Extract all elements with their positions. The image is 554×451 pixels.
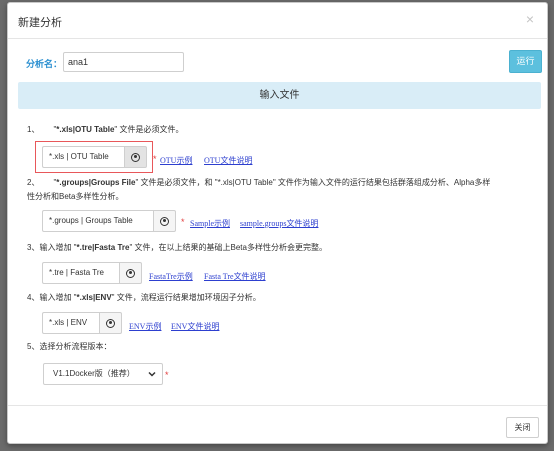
fastatre-example-link[interactable]: FastaTre示例 xyxy=(149,271,193,282)
step-4-file-type: *.xls|ENV xyxy=(76,293,112,302)
groups-file-picker[interactable]: *.groups | Groups Table xyxy=(42,210,176,232)
analysis-name-label: 分析名： xyxy=(26,59,63,69)
chevron-down-icon xyxy=(148,371,156,377)
pipeline-version-select[interactable]: V1.1Docker版（推荐） xyxy=(43,363,163,385)
step-1-file-type: *.xls|OTU Table xyxy=(56,125,115,134)
step-number: 3、 xyxy=(27,243,40,252)
step-5-description: 5、选择分析流程版本： xyxy=(27,340,532,354)
step-number: 2、 xyxy=(27,178,40,187)
run-button[interactable]: 运行 xyxy=(509,50,542,73)
otu-table-file-field[interactable]: *.xls | OTU Table xyxy=(42,146,124,168)
analysis-name-row: 分析名： xyxy=(26,52,541,72)
dialog-header: 新建分析 × xyxy=(8,3,547,39)
dialog-footer: 关闭 xyxy=(8,405,547,445)
otu-table-file-picker[interactable]: *.xls | OTU Table xyxy=(42,146,147,168)
analysis-name-input[interactable] xyxy=(63,52,184,72)
step-2-file-type: *.groups|Groups File xyxy=(56,178,136,187)
step-4-prefix: 输入增加 " xyxy=(39,293,77,302)
circle-dot-icon xyxy=(126,268,135,278)
step-5-text: 选择分析流程版本： xyxy=(39,342,112,351)
step-number: 5、 xyxy=(27,342,40,351)
step-3-file-type: *.tre|Fasta Tre xyxy=(76,243,130,252)
otu-table-browse-button[interactable] xyxy=(124,146,147,168)
dialog-title: 新建分析 xyxy=(18,17,62,29)
sample-groups-doc-link[interactable]: sample.groups文件说明 xyxy=(240,218,318,229)
env-example-link[interactable]: ENV示例 xyxy=(129,321,161,332)
step-1-text: 文件是必须文件。 xyxy=(117,125,184,134)
tre-file-picker[interactable]: *.tre | Fasta Tre xyxy=(42,262,142,284)
input-files-section-title: 输入文件 xyxy=(18,82,541,109)
required-marker: * xyxy=(165,370,169,380)
step-4-description: 4、输入增加 "*.xls|ENV" 文件，流程运行结果增加环境因子分析。 xyxy=(27,291,532,305)
step-3-prefix: 输入增加 " xyxy=(39,243,77,252)
step-4-text: " 文件，流程运行结果增加环境因子分析。 xyxy=(111,293,261,302)
env-doc-link[interactable]: ENV文件说明 xyxy=(171,321,219,332)
env-file-picker[interactable]: *.xls | ENV xyxy=(42,312,122,334)
required-marker: * xyxy=(181,217,185,227)
step-3-description: 3、输入增加 "*.tre|Fasta Tre" 文件，在以上结果的基础上Bet… xyxy=(27,241,532,255)
step-number: 1、 xyxy=(27,125,40,134)
step-1-description: 1、 "*.xls|OTU Table" 文件是必须文件。 xyxy=(27,123,532,137)
close-icon[interactable]: × xyxy=(523,11,537,27)
required-marker: * xyxy=(153,154,157,164)
env-file-field[interactable]: *.xls | ENV xyxy=(42,312,99,334)
circle-dot-icon xyxy=(131,152,140,162)
otu-example-link[interactable]: OTU示例 xyxy=(160,155,192,166)
env-browse-button[interactable] xyxy=(99,312,122,334)
circle-dot-icon xyxy=(160,216,169,226)
step-number: 4、 xyxy=(27,293,40,302)
circle-dot-icon xyxy=(106,318,115,328)
step-2-description: 2、 "*.groups|Groups File" 文件是必须文件，和 "*.xl… xyxy=(27,176,532,204)
groups-file-field[interactable]: *.groups | Groups Table xyxy=(42,210,153,232)
step-2-text: 文件是必须文件，和 "*.xls|OTU Table" 文件作为输入文件的运行结… xyxy=(138,178,491,187)
close-button[interactable]: 关闭 xyxy=(506,417,539,438)
new-analysis-dialog: 新建分析 × 分析名： 运行 输入文件 1、"*.xls|OTU Table" … xyxy=(7,2,548,444)
sample-example-link[interactable]: Sample示例 xyxy=(190,218,230,229)
fasta-tre-doc-link[interactable]: Fasta Tre文件说明 xyxy=(204,271,266,282)
pipeline-version-value: V1.1Docker版（推荐） xyxy=(53,369,135,378)
tre-file-field[interactable]: *.tre | Fasta Tre xyxy=(42,262,119,284)
step-3-text: " 文件，在以上结果的基础上Beta多样性分析会更完整。 xyxy=(129,243,327,252)
groups-browse-button[interactable] xyxy=(153,210,176,232)
step-2-text-continued: 性分析和Beta多样性分析。 xyxy=(27,192,124,201)
tre-browse-button[interactable] xyxy=(119,262,142,284)
otu-file-doc-link[interactable]: OTU文件说明 xyxy=(204,155,252,166)
